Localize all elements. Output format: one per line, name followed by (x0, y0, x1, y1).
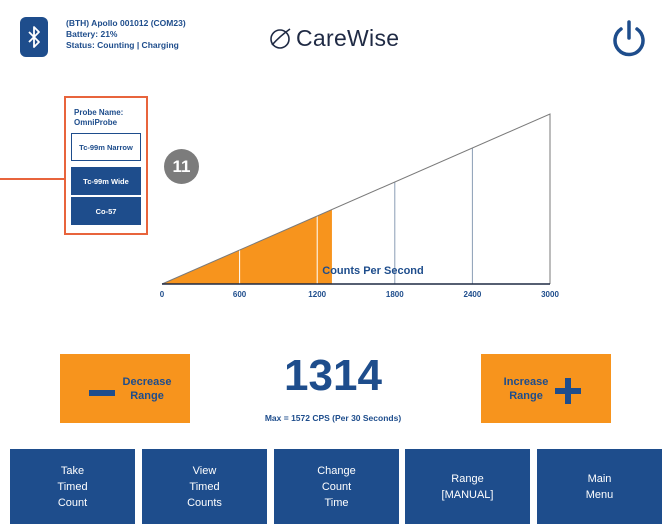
plus-icon-vertical (565, 378, 571, 404)
max-cps-text: Max = 1572 CPS (Per 30 Seconds) (264, 413, 402, 423)
count-value: 1314 (284, 351, 382, 400)
view-timed-counts-button[interactable]: View Timed Counts (142, 449, 267, 524)
range-manual-button[interactable]: Range [MANUAL] (405, 449, 530, 524)
meter-label: Counts Per Second (322, 265, 423, 277)
meter-tick-label: 1800 (386, 290, 404, 299)
main-menu-button[interactable]: Main Menu (537, 449, 662, 524)
meter-tick-label: 600 (233, 290, 247, 299)
meter-tick-label: 0 (160, 290, 165, 299)
increase-range-button[interactable]: Increase Range (481, 354, 611, 423)
meter-tick-label: 1200 (308, 290, 326, 299)
increase-range-label: Increase Range (503, 376, 549, 402)
meter-tick-label: 3000 (541, 290, 559, 299)
meter-outline (161, 113, 551, 285)
meter-tick-label: 2400 (464, 290, 482, 299)
bottom-menu: Take Timed Count View Timed Counts Chang… (10, 449, 664, 524)
decrease-range-label: Decrease Range (122, 376, 172, 402)
take-timed-count-button[interactable]: Take Timed Count (10, 449, 135, 524)
decrease-range-button[interactable]: Decrease Range (60, 354, 190, 423)
change-count-time-button[interactable]: Change Count Time (274, 449, 399, 524)
meter-tick-labels: 0 600 1200 1800 2400 3000 (160, 290, 560, 299)
counts-meter: 0 600 1200 1800 2400 3000 Counts Per Second (160, 113, 560, 299)
